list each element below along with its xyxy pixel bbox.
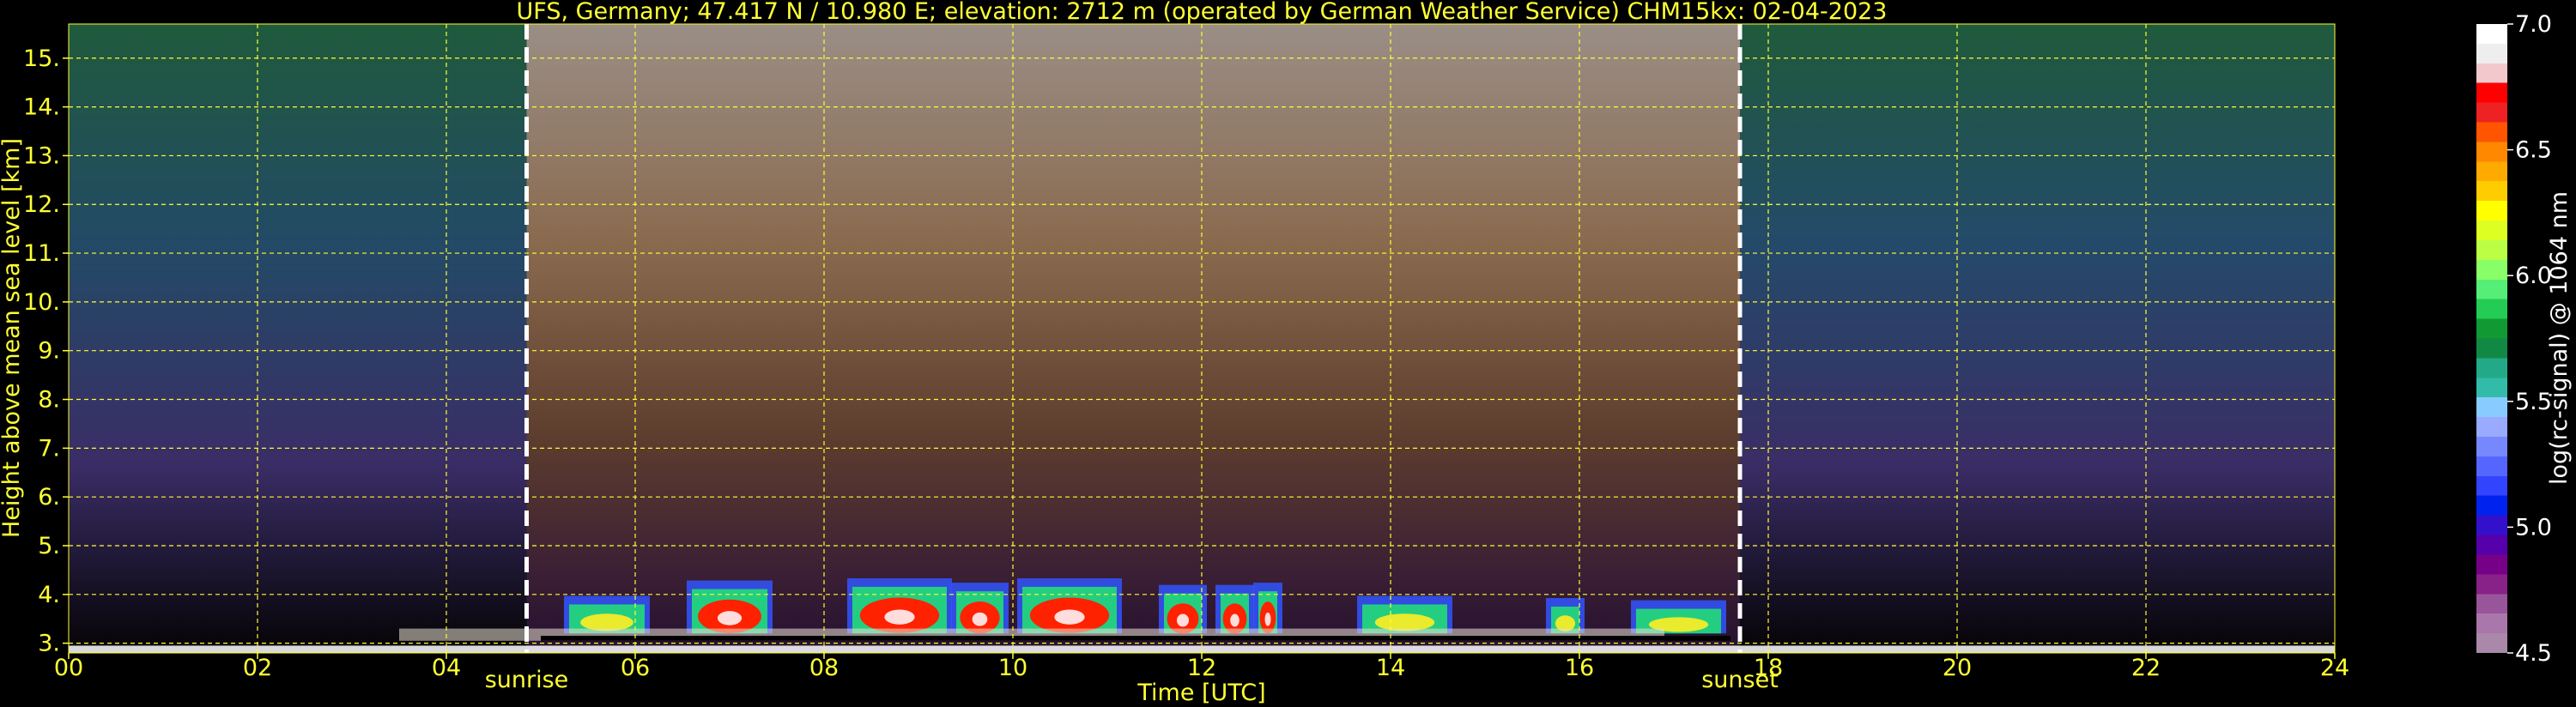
cloud-core [1374, 613, 1435, 631]
cloud-event [687, 580, 773, 634]
x-tick-label: 06 [621, 655, 650, 681]
y-tick-label: 4. [38, 582, 60, 608]
x-axis-label: Time [UTC] [1136, 680, 1265, 706]
y-tick-label: 9. [38, 338, 60, 365]
y-tick-label: 5. [38, 533, 60, 559]
sun-label: sunrise [485, 667, 569, 693]
x-tick-label: 22 [2131, 655, 2161, 681]
colorbar-tick-label: 4.5 [2515, 640, 2552, 667]
colorbar: 7.06.56.05.55.04.5 log(rc-signal) @ 1064… [2476, 11, 2573, 667]
ceilometer-chart: UFS, Germany; 47.417 N / 10.980 E; eleva… [0, 0, 2573, 706]
y-tick-label: 13. [23, 142, 60, 169]
cloud-event [1017, 578, 1122, 634]
x-tick-label: 00 [54, 655, 83, 681]
y-axis-label: Height above mean sea level [km] [0, 138, 25, 538]
y-axis-ticks: 3. 4. 5. 6. 7. 8. 9. 10. 11. 12. 13. 14. 15. [23, 45, 69, 657]
chart-title: UFS, Germany; 47.417 N / 10.980 E; eleva… [517, 0, 1888, 25]
cloud-event [1546, 598, 1585, 634]
cloud-event [847, 578, 952, 634]
cloud-peak [972, 612, 988, 626]
title-text: UFS, Germany; 47.417 N / 10.980 E; eleva… [517, 0, 1888, 25]
cloud-peak [884, 609, 915, 625]
cloud-peak [1230, 613, 1240, 627]
colorbar-tick-label: 6.5 [2515, 137, 2552, 164]
backscatter-daytime [526, 24, 1740, 653]
y-tick-label: 7. [38, 435, 60, 462]
cloud-event [1357, 595, 1452, 634]
x-axis-ticks: 00 02 04 06 08 10 12 14 16 18 20 22 24 [54, 653, 2349, 681]
colorbar-label: log(rc-signal) @ 1064 nm [2546, 191, 2573, 485]
y-tick-label: 11. [23, 240, 60, 267]
backscatter-night-right [1740, 24, 2335, 653]
y-tick-label: 6. [38, 484, 60, 511]
x-tick-label: 20 [1943, 655, 1972, 681]
cloud-event [1631, 600, 1726, 634]
backscatter-night-left [69, 24, 527, 653]
cloud-peak [1176, 613, 1190, 627]
y-tick-label: 10. [23, 289, 60, 316]
colorbar-bar [2476, 24, 2507, 653]
plot-area [69, 24, 2335, 653]
signal-dropout [541, 636, 1730, 641]
x-tick-label: 24 [2320, 655, 2349, 681]
cloud-event [1253, 583, 1282, 634]
x-tick-label: 08 [809, 655, 839, 681]
cloud-event [1159, 584, 1207, 634]
x-tick-label: 02 [243, 655, 272, 681]
y-tick-label: 8. [38, 387, 60, 414]
x-tick-label: 16 [1565, 655, 1594, 681]
cloud-event [564, 595, 650, 634]
sun-label: sunset [1701, 667, 1779, 693]
cloud-peak [1264, 612, 1271, 626]
cloud-event [1215, 584, 1254, 634]
cloud-peak [717, 611, 742, 625]
colorbar-tick-label: 7.0 [2515, 11, 2552, 38]
y-tick-label: 14. [23, 94, 60, 121]
cloud-core [580, 613, 633, 631]
x-tick-label: 14 [1376, 655, 1405, 681]
cloud-peak [1054, 609, 1085, 625]
x-tick-label: 12 [1187, 655, 1216, 681]
y-tick-label: 15. [23, 45, 60, 72]
y-tick-label: 3. [38, 631, 60, 657]
x-tick-label: 04 [432, 655, 461, 681]
y-tick-label: 12. [23, 191, 60, 218]
cloud-event [951, 583, 1009, 634]
x-tick-label: 10 [998, 655, 1027, 681]
colorbar-tick-label: 5.0 [2515, 514, 2552, 541]
